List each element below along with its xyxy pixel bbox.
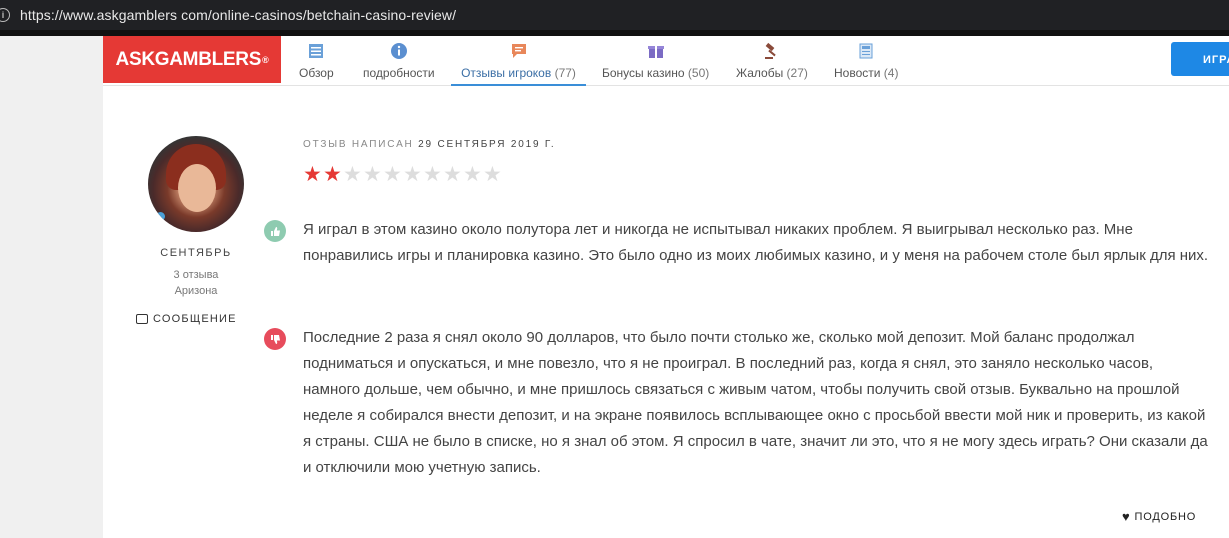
askgamblers-logo[interactable]: ASKGAMBLERS ® <box>103 36 281 83</box>
star-filled-icon: ★ <box>323 163 342 186</box>
star-empty-icon: ★ <box>463 163 482 186</box>
reviewer-location: Аризона <box>174 285 218 297</box>
tab-label: Отзывы игроков (77) <box>461 66 576 80</box>
message-button[interactable]: СООБЩЕНИЕ <box>136 313 256 325</box>
review-positive-text: Я играл в этом казино около полутора лет… <box>303 221 1209 264</box>
review-negative-text: Последние 2 раза я снял около 90 долларо… <box>303 329 1208 476</box>
gift-icon <box>647 46 664 58</box>
star-empty-icon: ★ <box>403 163 422 186</box>
heart-icon: ♥ <box>1122 509 1131 524</box>
message-icon <box>136 314 148 324</box>
star-empty-icon: ★ <box>443 163 462 186</box>
logo-text: ASKGAMBLERS <box>115 48 262 70</box>
tab-label: Бонусы казино (50) <box>602 66 710 80</box>
tab-news[interactable]: Новости (4) <box>834 36 898 86</box>
reviewer-name[interactable]: СЕНТЯБРЬ <box>133 247 259 259</box>
star-empty-icon: ★ <box>363 163 382 186</box>
message-label: СООБЩЕНИЕ <box>153 313 237 325</box>
star-empty-icon: ★ <box>343 163 362 186</box>
review-count: 3 отзыва <box>173 269 219 281</box>
tab-label: подробности <box>363 66 435 80</box>
tab-overview[interactable]: Обзор <box>299 36 334 86</box>
gavel-icon <box>764 42 776 59</box>
tab-player-reviews[interactable]: Отзывы игроков (77) <box>451 36 586 86</box>
browser-address-bar[interactable]: i https://www.askgamblers com/online-cas… <box>0 0 1229 32</box>
online-indicator <box>156 212 165 221</box>
avatar[interactable] <box>148 136 244 232</box>
thumbs-up-icon <box>264 220 286 242</box>
tab-label: Новости (4) <box>834 66 899 80</box>
tab-complaints[interactable]: Жалобы (27) <box>736 36 808 86</box>
star-filled-icon: ★ <box>303 163 322 186</box>
list-icon <box>309 44 324 58</box>
comment-icon <box>511 44 526 58</box>
news-icon <box>859 43 873 59</box>
star-empty-icon: ★ <box>483 163 502 186</box>
site-info-icon[interactable]: i <box>0 8 10 22</box>
url-text[interactable]: https://www.askgamblers com/online-casin… <box>20 7 456 23</box>
review-page: ASKGAMBLERS ® Обзор подробности Отзывы иг… <box>103 36 1229 538</box>
casino-nav-bar: ASKGAMBLERS ® Обзор подробности Отзывы иг… <box>103 36 1229 86</box>
star-empty-icon: ★ <box>423 163 442 186</box>
reviewer-meta: 3 отзыва Аризона <box>133 267 259 299</box>
thumbs-down-icon <box>264 328 286 350</box>
review-date: ОТЗЫВ НАПИСАН 29 СЕНТЯБРЯ 2019 Г. <box>303 139 556 150</box>
info-icon <box>390 43 407 59</box>
tab-details[interactable]: подробности <box>363 36 435 86</box>
like-label: ПОДОБНО <box>1134 510 1197 523</box>
play-button[interactable]: ИГРА <box>1171 42 1229 76</box>
registered-mark: ® <box>262 54 269 65</box>
star-rating: ★ ★ ★ ★ ★ ★ ★ ★ ★ ★ <box>303 164 503 186</box>
star-empty-icon: ★ <box>383 163 402 186</box>
tab-casino-bonuses[interactable]: Бонусы казино (50) <box>602 36 709 86</box>
like-button[interactable]: ♥ ПОДОБНО <box>1122 509 1196 524</box>
tab-label: Обзор <box>299 66 334 80</box>
tab-label: Жалобы (27) <box>736 66 808 80</box>
